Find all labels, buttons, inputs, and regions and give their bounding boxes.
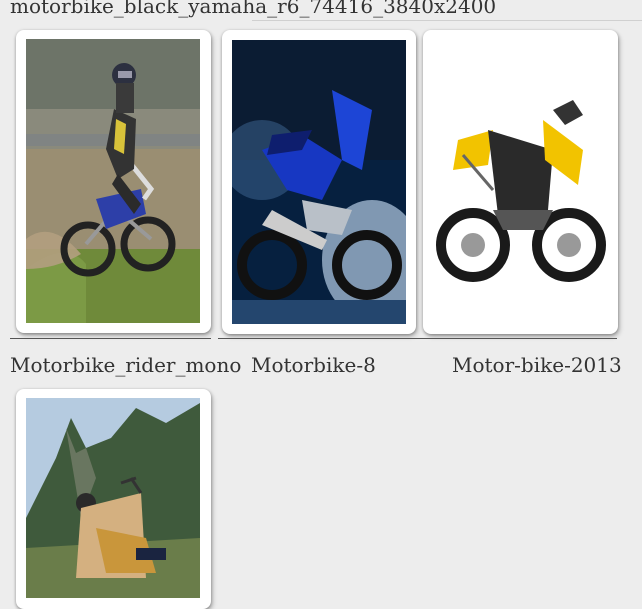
row-divider — [10, 338, 211, 339]
gallery-caption[interactable]: Motorbike_rider_mono — [10, 353, 241, 377]
gallery-thumbnail-motorbike-rider-mono[interactable] — [16, 30, 211, 333]
yellow-electric-motorbike-photo — [433, 40, 609, 324]
top-caption[interactable]: motorbike_black_yamaha_r6_74416_3840x240… — [10, 0, 496, 18]
cruiser-motorbike-mountains-photo — [26, 398, 200, 598]
divider — [252, 20, 642, 21]
blue-sport-bike-photo — [232, 40, 406, 324]
dirt-bike-rider-photo — [26, 39, 200, 323]
gallery-thumbnail-cruiser[interactable] — [16, 389, 211, 609]
gallery-thumbnail-motor-bike-2013[interactable] — [423, 30, 618, 334]
gallery-caption[interactable]: Motor-bike-2013 — [452, 353, 622, 377]
gallery-thumbnail-motorbike-8[interactable] — [222, 30, 416, 334]
gallery-caption[interactable]: Motorbike-8 — [251, 353, 376, 377]
row-divider — [218, 338, 617, 339]
